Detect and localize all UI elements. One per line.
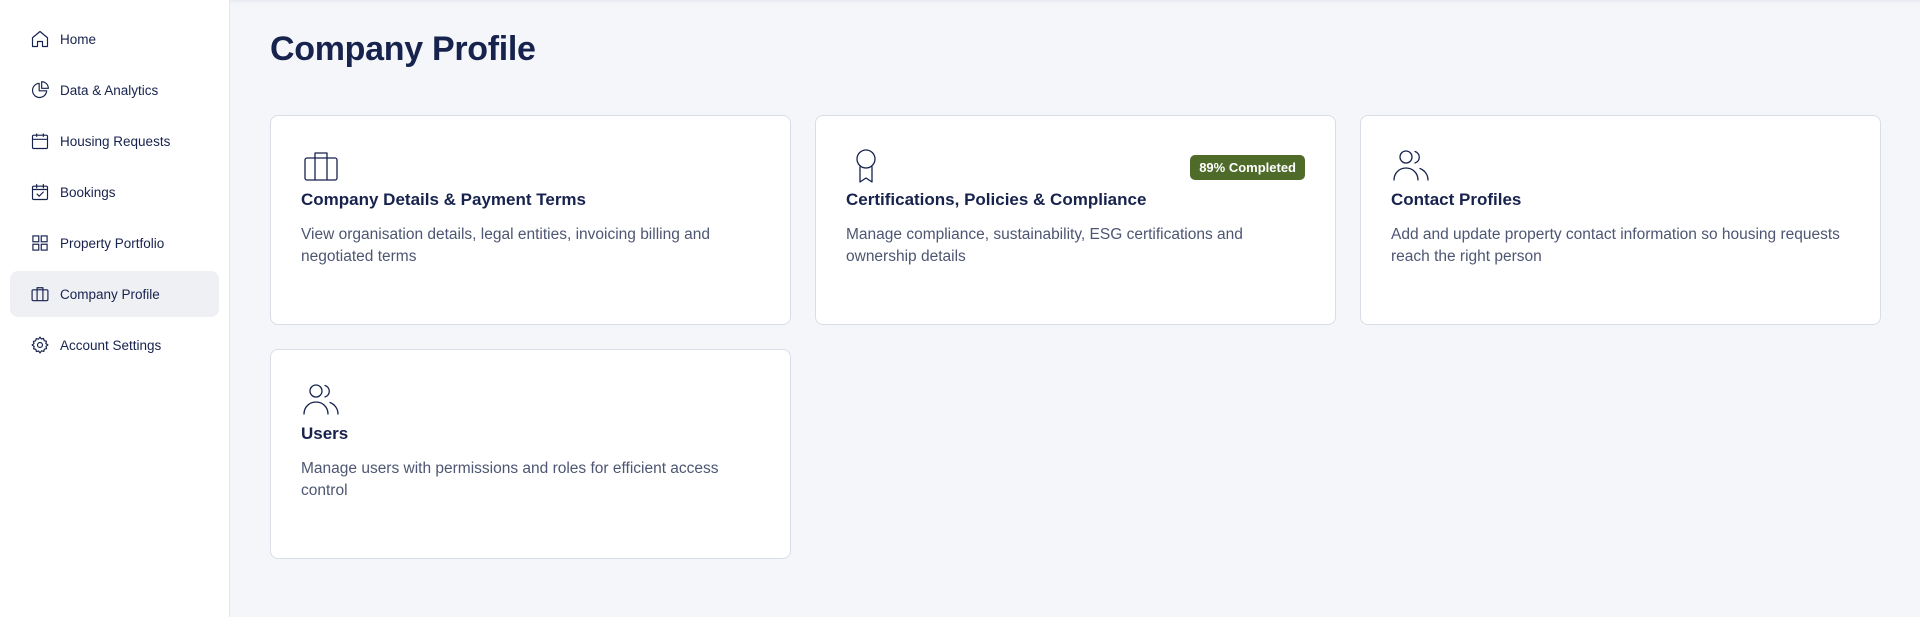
sidebar-item-account-settings[interactable]: Account Settings — [10, 322, 219, 368]
calendar-check-icon — [30, 182, 50, 202]
grid-icon — [30, 233, 50, 253]
card-description: Add and update property contact informat… — [1391, 226, 1840, 265]
card-description: Manage users with permissions and roles … — [301, 460, 719, 499]
sidebar-item-housing-requests[interactable]: Housing Requests — [10, 118, 219, 164]
card-contact-profiles[interactable]: Contact Profiles Add and update property… — [1360, 115, 1881, 325]
sidebar-item-property-portfolio[interactable]: Property Portfolio — [10, 220, 219, 266]
pie-chart-icon — [30, 80, 50, 100]
main-content: Company Profile Company Details & Paymen… — [230, 0, 1920, 617]
card-certifications[interactable]: 89% Completed Certifications, Policies &… — [815, 115, 1336, 325]
users-icon — [1391, 146, 1431, 186]
card-description: View organisation details, legal entitie… — [301, 226, 710, 265]
sidebar-item-home[interactable]: Home — [10, 16, 219, 62]
sidebar-item-label: Bookings — [60, 184, 116, 200]
card-title: Company Details & Payment Terms — [301, 190, 586, 209]
users-icon — [301, 380, 341, 420]
app-layout: Home Data & Analytics Housing Requests B… — [0, 0, 1920, 617]
card-description: Manage compliance, sustainability, ESG c… — [846, 226, 1243, 265]
sidebar-item-label: Account Settings — [60, 337, 162, 353]
briefcase-icon — [301, 146, 341, 186]
home-icon — [30, 29, 50, 49]
card-title: Users — [301, 424, 349, 443]
award-icon — [846, 146, 886, 186]
sidebar-item-label: Home — [60, 31, 97, 47]
card-company-details[interactable]: Company Details & Payment Terms View org… — [270, 115, 791, 325]
sidebar-item-company-profile[interactable]: Company Profile — [10, 271, 219, 317]
sidebar-item-data-analytics[interactable]: Data & Analytics — [10, 67, 219, 113]
page-title: Company Profile — [270, 30, 536, 68]
sidebar-item-label: Housing Requests — [60, 133, 171, 149]
sidebar-item-label: Company Profile — [60, 286, 160, 302]
sidebar-item-label: Property Portfolio — [60, 235, 165, 251]
sidebar-item-label: Data & Analytics — [60, 82, 159, 98]
gear-icon — [30, 335, 50, 355]
calendar-icon — [30, 131, 50, 151]
completion-badge: 89% Completed — [1190, 155, 1305, 180]
card-users[interactable]: Users Manage users with permissions and … — [270, 349, 791, 559]
card-title: Certifications, Policies & Compliance — [846, 190, 1147, 209]
briefcase-icon — [30, 284, 50, 304]
sidebar-item-bookings[interactable]: Bookings — [10, 169, 219, 215]
sidebar: Home Data & Analytics Housing Requests B… — [0, 0, 230, 617]
card-grid: Company Details & Payment Terms View org… — [270, 115, 1881, 559]
card-title: Contact Profiles — [1391, 190, 1522, 209]
